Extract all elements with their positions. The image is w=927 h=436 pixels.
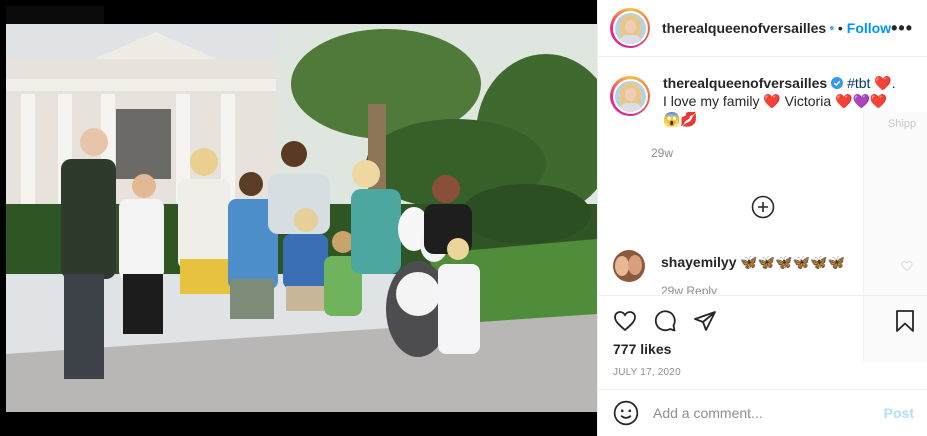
post-comment-button[interactable]: Post: [884, 405, 914, 421]
post-side-panel: therealqueenofversailles • Follow ••• th…: [597, 0, 927, 436]
heart-icon: [614, 310, 636, 331]
post-date[interactable]: JULY 17, 2020: [613, 367, 681, 378]
caption-part-4: 😱💋: [663, 111, 698, 127]
like-button[interactable]: [612, 308, 638, 334]
commenter-avatar[interactable]: [613, 250, 645, 282]
commenter-username[interactable]: shayemilyy: [661, 254, 737, 270]
likes-count[interactable]: 777 likes: [613, 341, 671, 357]
comment-input[interactable]: [653, 405, 873, 421]
hashtag-link[interactable]: #tbt: [847, 75, 870, 91]
more-icon[interactable]: •••: [891, 18, 913, 39]
photo-illustration: [6, 24, 597, 412]
plus-circle-icon[interactable]: [751, 195, 775, 219]
caption-username[interactable]: therealqueenofversailles: [663, 75, 827, 91]
comment-text: shayemilyy 🦋🦋🦋🦋🦋🦋: [661, 253, 845, 271]
comment-button[interactable]: [652, 308, 678, 334]
verified-icon: [831, 77, 844, 89]
save-button[interactable]: [892, 308, 918, 334]
header-separator: •: [837, 20, 843, 36]
follow-button[interactable]: Follow: [847, 20, 891, 36]
author-username[interactable]: therealqueenofversailles: [662, 20, 826, 36]
emoji-icon[interactable]: [613, 400, 639, 426]
share-icon: [694, 310, 716, 331]
caption-part-3: ❤️💜❤️: [835, 93, 888, 109]
post-actions: [598, 295, 927, 345]
bookmark-icon: [896, 309, 914, 332]
post-photo[interactable]: [6, 24, 597, 412]
caption-avatar[interactable]: [610, 76, 650, 116]
comment-icon: [654, 309, 676, 331]
overlay-text: Shipp: [888, 118, 917, 130]
author-avatar[interactable]: [610, 8, 650, 48]
caption-part-2: ❤️ Victoria: [763, 93, 832, 109]
comment-body: 🦋🦋🦋🦋🦋🦋: [740, 254, 845, 270]
post-media[interactable]: [0, 0, 597, 436]
verified-icon: [830, 26, 834, 30]
comment-meta[interactable]: 29w Reply: [661, 284, 717, 294]
post-header: therealqueenofversailles • Follow •••: [598, 0, 927, 57]
share-button[interactable]: [692, 308, 718, 334]
add-comment-bar: Post: [598, 389, 927, 436]
